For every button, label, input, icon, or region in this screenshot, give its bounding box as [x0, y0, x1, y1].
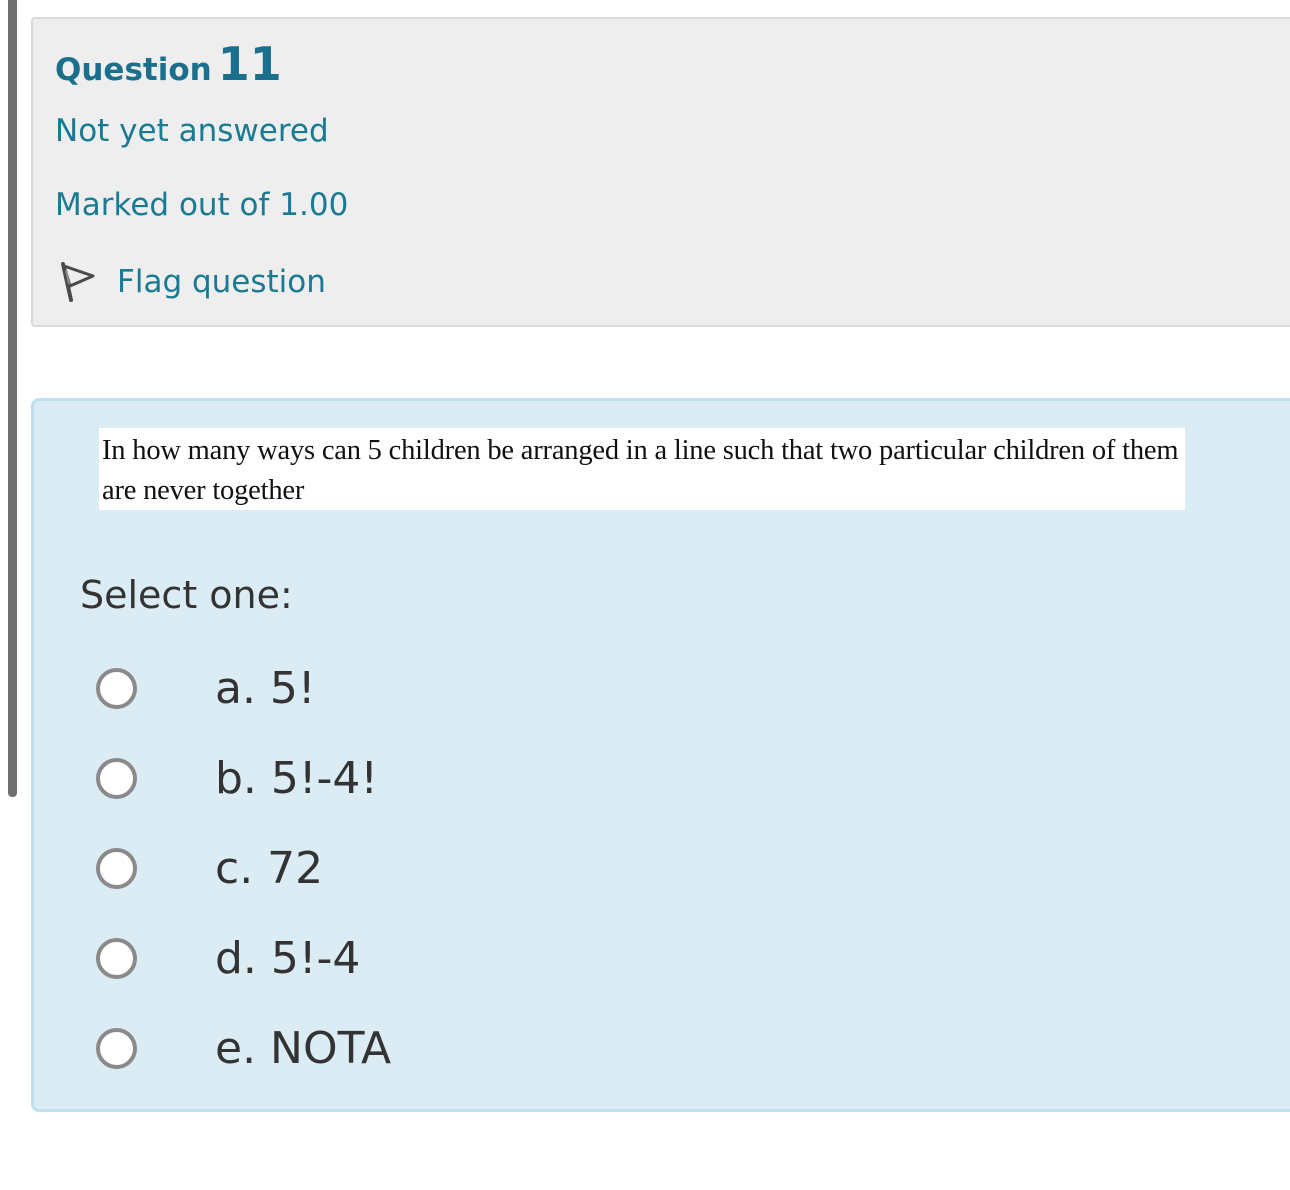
answer-option-label[interactable]: b. 5!-4! — [215, 753, 378, 804]
flag-question-link[interactable]: Flag question — [55, 257, 326, 307]
radio-unchecked-icon[interactable] — [96, 667, 137, 709]
question-info-panel: Question 11 Not yet answered Marked out o… — [31, 17, 1290, 327]
question-heading: Question 11 — [55, 37, 282, 91]
answer-option-a[interactable]: a. 5! — [96, 643, 391, 733]
question-word: Question — [55, 52, 212, 88]
question-text: In how many ways can 5 children be arran… — [99, 428, 1185, 510]
answer-option-label[interactable]: c. 72 — [215, 843, 323, 894]
answer-option-label[interactable]: a. 5! — [215, 663, 316, 714]
select-one-prompt: Select one: — [80, 573, 293, 617]
answer-option-c[interactable]: c. 72 — [96, 823, 391, 913]
question-state: Not yet answered — [55, 113, 329, 149]
answer-option-label[interactable]: e. NOTA — [215, 1023, 391, 1074]
question-grade: Marked out of 1.00 — [55, 187, 349, 223]
flag-question-label: Flag question — [117, 264, 326, 300]
answer-options: a. 5! b. 5!-4! c. 72 d. 5!-4 e. NOTA — [96, 643, 391, 1093]
question-content-panel: In how many ways can 5 children be arran… — [31, 398, 1290, 1112]
answer-option-label[interactable]: d. 5!-4 — [215, 933, 360, 984]
flag-icon — [55, 258, 103, 306]
answer-option-d[interactable]: d. 5!-4 — [96, 913, 391, 1003]
answer-option-b[interactable]: b. 5!-4! — [96, 733, 391, 823]
radio-unchecked-icon[interactable] — [96, 1027, 137, 1069]
answer-option-e[interactable]: e. NOTA — [96, 1003, 391, 1093]
question-number: 11 — [217, 37, 282, 91]
radio-unchecked-icon[interactable] — [96, 847, 137, 889]
page-scrollbar[interactable] — [8, 0, 17, 797]
radio-unchecked-icon[interactable] — [96, 757, 137, 799]
radio-unchecked-icon[interactable] — [96, 937, 137, 979]
